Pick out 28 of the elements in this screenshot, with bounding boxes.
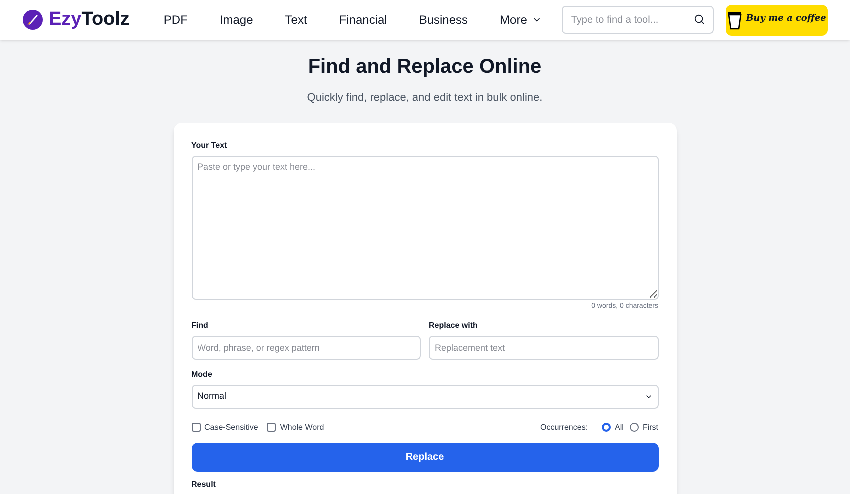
search-field[interactable]: Type to find a tool... (562, 6, 714, 34)
nav-link[interactable]: PDF (164, 11, 188, 29)
replace-input[interactable]: Replacement text (429, 336, 658, 360)
option-checkbox[interactable]: Whole Word (267, 422, 324, 432)
replace-button[interactable]: Replace (192, 442, 658, 472)
page-title: Find and Replace Online (307, 55, 543, 80)
field-label: Replace with (429, 320, 479, 330)
occurrences-label: Occurrences: (540, 422, 588, 432)
nav-link[interactable]: Image (220, 11, 254, 29)
coffee-button[interactable]: Buy me a coffee (726, 4, 828, 36)
field-label: Result (192, 480, 217, 490)
occurrence-radio[interactable]: All (602, 422, 624, 432)
search-icon (694, 14, 706, 25)
nav-link[interactable]: Business (419, 11, 468, 29)
option-checkbox[interactable]: Case-Sensitive (192, 422, 258, 432)
text-input[interactable]: Paste or type your text here... (192, 156, 658, 300)
nav-link[interactable]: Text (285, 11, 308, 29)
field-label: Your Text (192, 140, 228, 150)
occurrence-radio[interactable]: First (630, 422, 658, 432)
field-label: Find (192, 320, 210, 330)
logo-text[interactable]: EzyToolz (49, 6, 130, 34)
field-label: Mode (192, 370, 214, 380)
find-input[interactable]: Word, phrase, or regex pattern (192, 336, 421, 360)
nav-dropdown[interactable]: More (500, 11, 542, 29)
mode-select[interactable]: Normal (192, 384, 658, 408)
nav-link[interactable]: Financial (339, 11, 388, 29)
cup-icon (728, 10, 742, 30)
page-subtitle: Quickly find, replace, and edit text in bulk online. (306, 91, 544, 106)
